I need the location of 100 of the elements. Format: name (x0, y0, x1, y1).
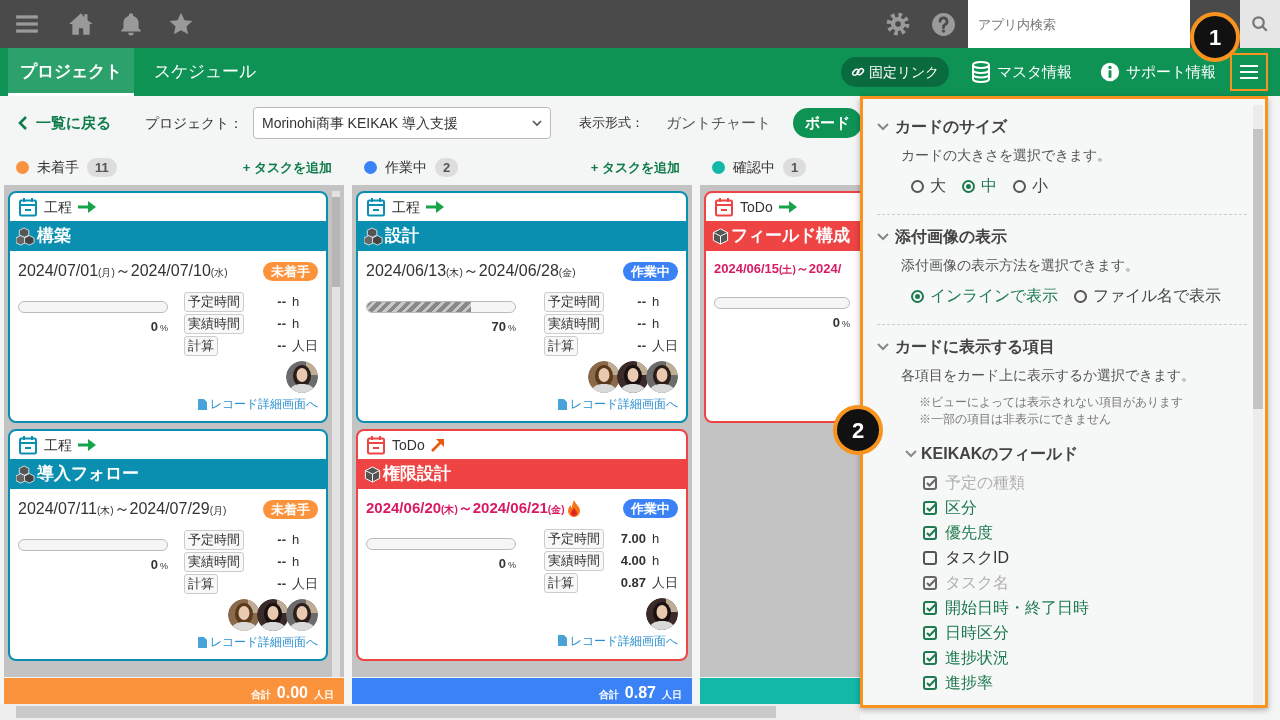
checkbox-option[interactable]: 区分 (923, 495, 983, 520)
checkbox-option: タスク名 (923, 570, 1015, 595)
menu-button[interactable] (1230, 53, 1268, 91)
checkbox-option[interactable]: 開始日時・終了日時 (923, 595, 1095, 620)
help-icon[interactable] (931, 11, 956, 37)
settings-icon[interactable] (885, 11, 911, 37)
total-label: 合計 (250, 688, 271, 702)
task-card[interactable]: ToDo フィールド構成 2024/06/15(土)～2024/ 0% (704, 191, 860, 423)
checked-box-icon (923, 575, 937, 590)
task-card[interactable]: 工程 導入フォロー 2024/07/11(木)～2024/07/29(月) 未着手 0% 予定時間 -- h 実績時間 -- h 計算 -- 人日 レコード詳細画面へ (8, 429, 328, 661)
task-count: 2 (435, 157, 459, 178)
metric-label: 予定時間 (184, 530, 244, 550)
home-icon[interactable] (68, 11, 94, 37)
date-range: 2024/06/13(木)～2024/06/28(金) (366, 261, 576, 281)
calendar-icon (366, 435, 386, 455)
document-icon (558, 398, 567, 410)
calendar-icon (18, 197, 38, 217)
radio-option[interactable]: 小 (1013, 174, 1048, 198)
checkbox-option[interactable]: 進捗状況 (923, 645, 1015, 670)
permalink-button[interactable]: 固定リンク (841, 57, 949, 87)
metric-value: 4.00 (619, 551, 646, 570)
task-count: 1 (783, 157, 807, 178)
group-title: KEIKAKのフィールド (921, 444, 1079, 464)
checkbox-option[interactable]: 進捗率 (923, 670, 999, 695)
checked-box-icon (923, 525, 937, 540)
chevron-down-icon[interactable] (877, 233, 889, 241)
metric-value: -- (276, 315, 286, 334)
checkbox-option[interactable]: タスクID (923, 545, 1015, 570)
status-badge: 作業中 (623, 498, 678, 518)
metric-value: -- (276, 553, 286, 572)
scrollbar[interactable] (332, 191, 340, 677)
back-link[interactable]: 一覧に戻る (18, 111, 111, 135)
radio-option[interactable]: 中 (962, 174, 997, 198)
metric-value: -- (276, 337, 286, 356)
metric-label: 予定時間 (544, 528, 604, 549)
master-data-link[interactable]: マスタ情報 (965, 60, 1078, 84)
info-icon (1100, 62, 1120, 82)
document-icon (198, 398, 207, 410)
task-card[interactable]: 工程 構築 2024/07/01(月)～2024/07/10(水) 未着手 0% 予定時間 -- h 実績時間 -- h 計算 -- 人日 レコード詳細画面へ (8, 191, 328, 423)
section-title: カードのサイズ (895, 117, 1007, 137)
metric-value: -- (636, 315, 646, 334)
radio-option[interactable]: ファイル名で表示 (1074, 284, 1221, 308)
task-type: 工程 (44, 197, 72, 217)
checkbox-option: 予定の種類 (923, 470, 1031, 495)
percent-unit: % (508, 558, 516, 572)
horizontal-scrollbar[interactable] (0, 704, 860, 720)
metric-label: 実績時間 (184, 314, 244, 334)
add-task-link[interactable]: + タスクを追加 (242, 157, 332, 178)
view-option[interactable]: ガントチャート (654, 107, 783, 139)
task-type: 工程 (392, 197, 420, 217)
status-badge: 作業中 (623, 261, 678, 281)
view-option[interactable]: ボード (793, 107, 860, 139)
document-icon (558, 635, 567, 646)
task-title: 導入フォロー (37, 463, 139, 486)
section-description: 各項目をカード上に表示するか選択できます。 (900, 366, 1196, 385)
checkbox-option[interactable]: 日時区分 (923, 620, 1015, 645)
chevron-down-icon[interactable] (877, 343, 889, 351)
view-label: 表示形式： (579, 114, 644, 133)
radio-option[interactable]: 大 (911, 174, 946, 198)
project-select[interactable]: Morinohi商事 KEIKAK 導入支援 (253, 107, 551, 139)
star-icon[interactable] (168, 11, 194, 37)
task-card[interactable]: 工程 設計 2024/06/13(木)～2024/06/28(金) 作業中 70% 予定時間 -- h 実績時間 -- h 計算 -- 人日 レコード詳細画面へ (356, 191, 688, 423)
column-title: 未着手 (37, 158, 79, 177)
task-type: ToDo (392, 435, 425, 455)
search-field[interactable]: アプリ内検索 (968, 0, 1190, 48)
nav-tab[interactable]: プロジェクト (8, 48, 134, 96)
task-type: 工程 (44, 435, 72, 455)
search-button[interactable] (1240, 0, 1280, 48)
total-value: 0.00 (276, 683, 308, 703)
metric-unit: h (292, 531, 301, 550)
note-text: ※一部の項目は非表示にできません (918, 411, 1112, 428)
progress-percent: 0 (498, 554, 506, 573)
task-title: 設計 (385, 225, 419, 248)
record-detail-link[interactable]: レコード詳細画面へ (558, 395, 678, 413)
checked-box-icon (923, 500, 937, 515)
section-title: 添付画像の表示 (895, 227, 1007, 247)
metric-label: 予定時間 (544, 292, 604, 312)
bell-icon[interactable] (118, 11, 144, 37)
checked-box-icon (923, 475, 937, 490)
calendar-icon (714, 197, 734, 217)
column-title: 作業中 (385, 158, 427, 177)
percent-unit: % (842, 317, 850, 331)
task-card[interactable]: ToDo 権限設計 2024/06/20(木)～2024/06/21(金) 作業中 0% 予定時間 7.00 h 実績時間 4.00 h 計算 0.87 人日 レコード詳細画面へ (356, 429, 688, 661)
support-link[interactable]: サポート情報 (1094, 60, 1222, 84)
metric-value: -- (636, 337, 646, 356)
record-detail-link[interactable]: レコード詳細画面へ (558, 631, 678, 650)
chevron-down-icon[interactable] (905, 450, 917, 458)
chevron-left-icon (18, 116, 28, 130)
metric-unit: 人日 (292, 337, 318, 356)
radio-option[interactable]: インラインで表示 (911, 284, 1058, 308)
record-detail-link[interactable]: レコード詳細画面へ (198, 633, 318, 651)
progress-percent: 0 (832, 313, 840, 332)
checkbox-option[interactable]: 優先度 (923, 520, 999, 545)
scrollbar[interactable] (1253, 105, 1263, 705)
nav-tab[interactable]: スケジュール (142, 48, 268, 96)
cubes-icon (16, 464, 35, 484)
chevron-down-icon[interactable] (877, 123, 889, 131)
date-range: 2024/06/20(木)～2024/06/21(金) (366, 498, 565, 518)
record-detail-link[interactable]: レコード詳細画面へ (198, 395, 318, 413)
add-task-link[interactable]: + タスクを追加 (590, 157, 680, 178)
